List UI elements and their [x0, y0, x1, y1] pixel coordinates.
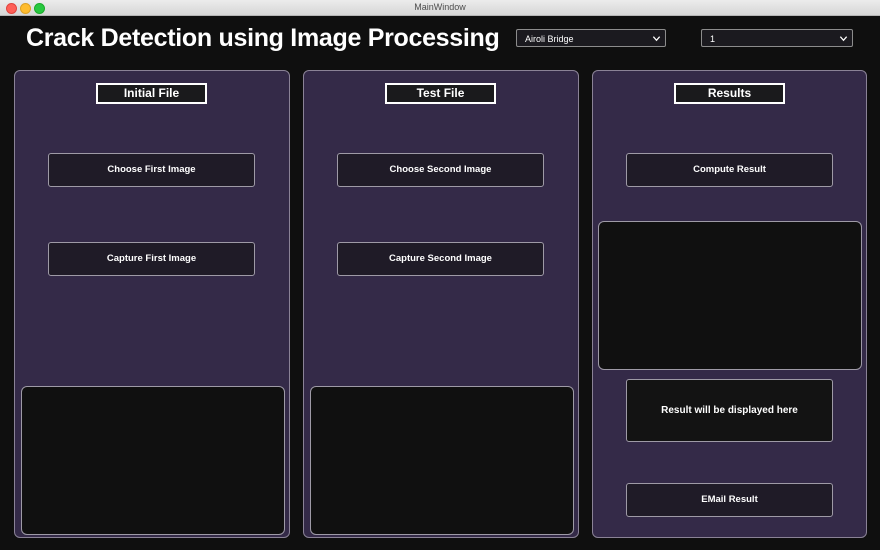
result-text: Result will be displayed here [661, 405, 798, 416]
choose-second-image-button[interactable]: Choose Second Image [337, 153, 544, 187]
initial-file-header: Initial File [96, 83, 207, 104]
app-title: Crack Detection using Image Processing [26, 24, 500, 52]
window-title: MainWindow [414, 2, 466, 12]
results-header: Results [674, 83, 785, 104]
email-result-button[interactable]: EMail Result [626, 483, 833, 517]
result-display: Result will be displayed here [626, 379, 833, 442]
choose-first-image-button[interactable]: Choose First Image [48, 153, 255, 187]
capture-first-image-button[interactable]: Capture First Image [48, 242, 255, 276]
test-file-header: Test File [385, 83, 496, 104]
number-select-value: 1 [710, 34, 716, 44]
location-select-value: Airoli Bridge [525, 34, 574, 44]
window-titlebar[interactable]: MainWindow [0, 0, 880, 16]
compute-result-button[interactable]: Compute Result [626, 153, 833, 187]
result-image-preview [598, 221, 862, 370]
first-image-preview [21, 386, 285, 535]
capture-second-image-button[interactable]: Capture Second Image [337, 242, 544, 276]
chevron-down-icon [839, 36, 848, 42]
location-select[interactable]: Airoli Bridge [516, 29, 666, 47]
number-select[interactable]: 1 [701, 29, 853, 47]
chevron-down-icon [652, 36, 661, 42]
second-image-preview [310, 386, 574, 535]
